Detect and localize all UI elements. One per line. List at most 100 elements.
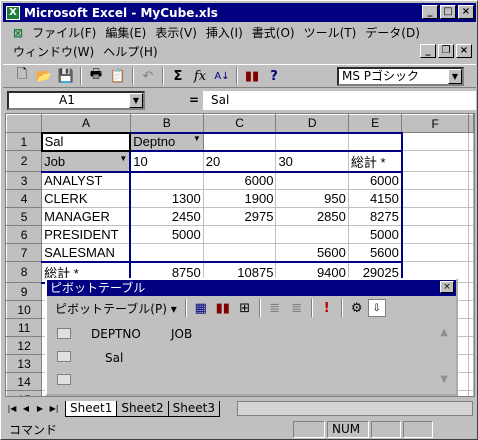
- chevron-down-icon[interactable]: ▼: [448, 69, 462, 84]
- refresh-icon[interactable]: !: [316, 298, 338, 318]
- menu-data[interactable]: データ(D): [365, 24, 420, 41]
- hide-detail-icon[interactable]: ≣: [264, 298, 286, 318]
- tab-sheet1[interactable]: Sheet1: [65, 400, 118, 417]
- sort-ascending-icon[interactable]: A↓: [211, 66, 233, 86]
- column-header[interactable]: [468, 114, 474, 133]
- menu-format[interactable]: 書式(O): [252, 24, 295, 41]
- row-header[interactable]: 11: [6, 318, 43, 337]
- row-header[interactable]: 14: [6, 372, 43, 391]
- pivot-field-button[interactable]: Job ▼: [41, 149, 131, 172]
- title-bar[interactable]: X Microsoft Excel - MyCube.xls _ □ ×: [3, 3, 476, 22]
- cell[interactable]: [401, 132, 469, 151]
- field-job[interactable]: JOB: [171, 327, 192, 341]
- cell[interactable]: 950: [275, 189, 349, 208]
- field-list-icon[interactable]: ⇩: [367, 299, 386, 317]
- cell[interactable]: [468, 243, 474, 262]
- column-header[interactable]: F: [401, 114, 469, 133]
- cell[interactable]: [401, 150, 469, 172]
- menu-view[interactable]: 表示(V): [155, 24, 197, 41]
- row-header[interactable]: 10: [6, 300, 43, 319]
- field-sal[interactable]: Sal: [105, 351, 123, 365]
- cell[interactable]: 6000: [348, 170, 403, 190]
- cell[interactable]: [468, 372, 474, 391]
- pivot-field-button[interactable]: Deptno ▼: [129, 131, 204, 151]
- doc-minimize-button[interactable]: _: [420, 44, 436, 58]
- cell[interactable]: [275, 170, 349, 190]
- undo-icon[interactable]: ↶: [137, 66, 159, 86]
- row-header[interactable]: 2: [6, 150, 43, 172]
- cell[interactable]: [468, 225, 474, 244]
- cell[interactable]: [468, 132, 474, 151]
- cell[interactable]: 6000: [203, 170, 277, 190]
- pivot-wizard-icon[interactable]: ⊞: [234, 298, 256, 318]
- prev-sheet-icon[interactable]: ◀: [19, 402, 33, 416]
- cell[interactable]: CLERK: [41, 189, 131, 208]
- pivot-toolbar[interactable]: ピボットテーブル × ピボットテーブル(P) ▾ ▦ ▮▮ ⊞ ≣ ≣ ! ⚙ …: [45, 278, 458, 396]
- cell[interactable]: 5600: [348, 243, 403, 262]
- paste-icon[interactable]: 📋: [107, 66, 129, 86]
- cell[interactable]: MANAGER: [41, 207, 131, 226]
- document-icon[interactable]: ⊠: [13, 26, 23, 40]
- cell[interactable]: 総計 *: [348, 149, 403, 172]
- function-icon[interactable]: fx: [189, 66, 211, 86]
- excel-app-icon[interactable]: X: [6, 5, 20, 20]
- row-header[interactable]: 12: [6, 336, 43, 355]
- column-header[interactable]: E: [347, 114, 403, 133]
- cell[interactable]: Sal: [40, 131, 132, 152]
- cell[interactable]: 20: [203, 149, 277, 172]
- cell[interactable]: [468, 261, 474, 283]
- row-header[interactable]: 6: [6, 225, 43, 244]
- cell[interactable]: [348, 131, 403, 151]
- row-header[interactable]: 4: [6, 189, 43, 208]
- cell[interactable]: [468, 300, 474, 319]
- row-header[interactable]: 7: [6, 243, 43, 262]
- row-header[interactable]: 13: [6, 354, 43, 373]
- show-detail-icon[interactable]: ≣: [286, 298, 308, 318]
- cell[interactable]: 1900: [203, 189, 277, 208]
- pivot-menu-button[interactable]: ピボットテーブル(P) ▾: [55, 300, 177, 317]
- cell[interactable]: 5000: [129, 225, 204, 244]
- cell[interactable]: [468, 150, 474, 172]
- cell[interactable]: [401, 207, 469, 226]
- field-deptno[interactable]: DEPTNO: [91, 327, 141, 341]
- cell[interactable]: [468, 354, 474, 373]
- menu-window[interactable]: ウィンドウ(W): [13, 43, 94, 60]
- cell[interactable]: [468, 318, 474, 337]
- autosum-icon[interactable]: Σ: [167, 66, 189, 86]
- close-icon[interactable]: ×: [440, 281, 454, 293]
- cell[interactable]: 5000: [348, 225, 403, 244]
- cell[interactable]: [203, 243, 277, 262]
- row-header[interactable]: 15: [6, 390, 43, 396]
- last-sheet-icon[interactable]: ▶|: [47, 402, 61, 416]
- column-header[interactable]: A: [41, 114, 131, 133]
- select-all-corner[interactable]: [6, 114, 43, 133]
- cell[interactable]: [468, 282, 474, 301]
- cell[interactable]: [401, 189, 469, 208]
- minimize-button[interactable]: _: [422, 5, 438, 19]
- chevron-down-icon[interactable]: ▼: [193, 135, 201, 144]
- cell[interactable]: [401, 171, 469, 190]
- name-box[interactable]: A1 ▼: [7, 91, 145, 110]
- cell[interactable]: 5600: [275, 243, 349, 262]
- cell[interactable]: [468, 390, 474, 396]
- equals-sign[interactable]: =: [189, 93, 199, 107]
- menu-help[interactable]: ヘルプ(H): [103, 43, 157, 60]
- cell[interactable]: [203, 225, 277, 244]
- tab-sheet2[interactable]: Sheet2: [116, 400, 169, 417]
- cell[interactable]: [468, 189, 474, 208]
- row-header[interactable]: 9: [6, 282, 43, 301]
- tab-sheet3[interactable]: Sheet3: [167, 400, 220, 417]
- cell[interactable]: [401, 225, 469, 244]
- field-settings-icon[interactable]: ⚙: [346, 298, 368, 318]
- cell[interactable]: [468, 336, 474, 355]
- cell[interactable]: ANALYST: [41, 170, 131, 190]
- formula-input[interactable]: Sal: [203, 91, 476, 110]
- print-icon[interactable]: 🖶: [85, 66, 107, 86]
- cell[interactable]: [401, 243, 469, 262]
- chart-wizard-icon[interactable]: ▮▮: [212, 298, 234, 318]
- pivot-toolbar-title[interactable]: ピボットテーブル ×: [47, 280, 456, 296]
- column-header[interactable]: C: [202, 114, 277, 133]
- cell[interactable]: [468, 207, 474, 226]
- cell[interactable]: [275, 131, 349, 151]
- cell[interactable]: 1300: [129, 189, 204, 208]
